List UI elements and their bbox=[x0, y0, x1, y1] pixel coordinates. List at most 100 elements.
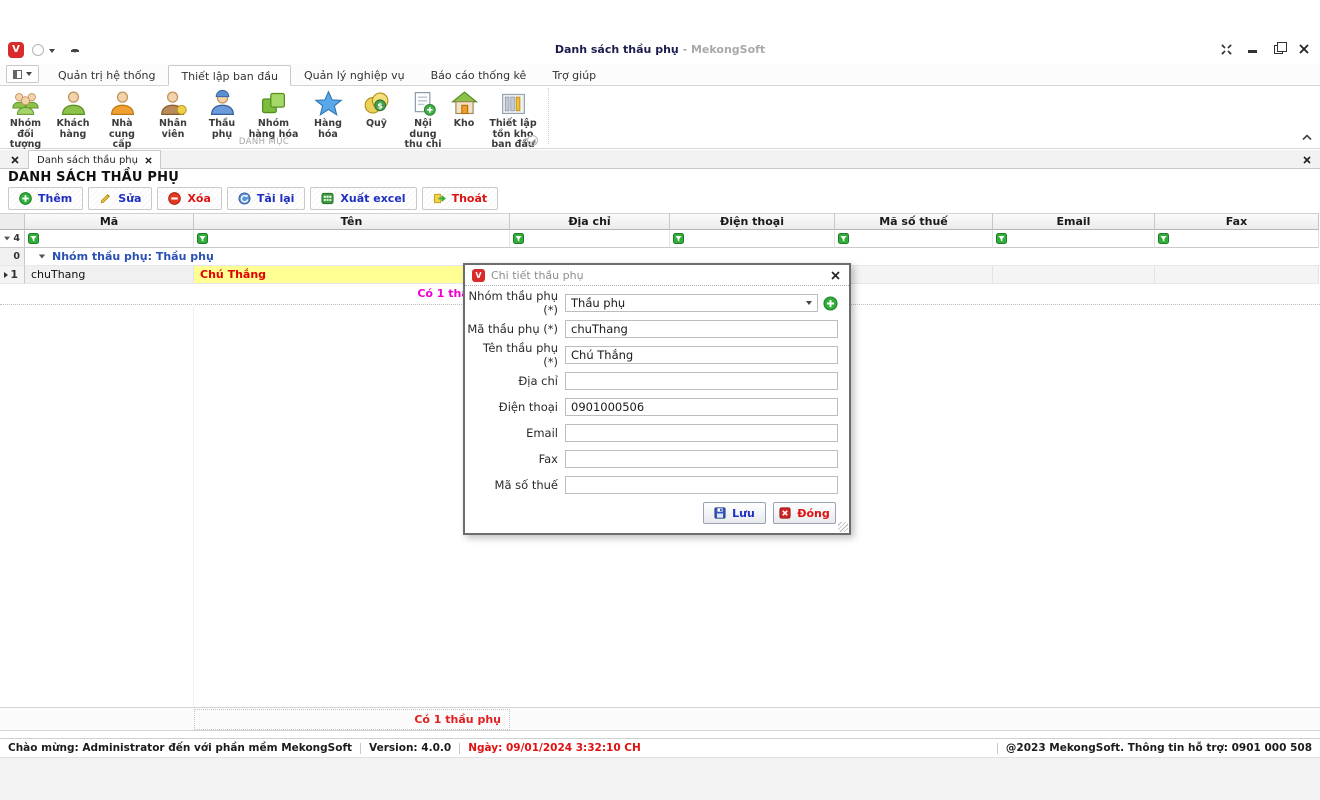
add-button[interactable]: Thêm bbox=[8, 187, 83, 210]
grid-column-guide-line bbox=[193, 304, 194, 707]
document-tab-danh-sach-thau-phu[interactable]: Danh sách thầu phụ bbox=[28, 150, 161, 169]
filter-icon bbox=[838, 233, 849, 244]
close-icon[interactable] bbox=[1298, 43, 1310, 55]
field-label-fax: Fax bbox=[465, 452, 565, 466]
filter-cell-email[interactable] bbox=[993, 230, 1155, 248]
ribbon-collapse-chevron-icon[interactable] bbox=[1302, 131, 1312, 144]
employee-icon bbox=[159, 89, 188, 118]
footer-summary-text: Có 1 thầu phụ bbox=[194, 709, 510, 730]
filter-cell-fax[interactable] bbox=[1155, 230, 1319, 248]
dialog-title-bar[interactable]: V Chi tiết thầu phụ bbox=[465, 265, 849, 286]
ribbon-tab-quan-ly-nghiep-vu[interactable]: Quản lý nghiệp vụ bbox=[291, 64, 418, 85]
status-date: Ngày: 09/01/2024 3:32:10 CH bbox=[468, 742, 641, 754]
cell-email bbox=[993, 266, 1155, 284]
ribbon-content: Nhóm đối tượng Khách hàng Nhà cung cấp N… bbox=[0, 86, 1320, 149]
nhom-thau-phu-combobox[interactable] bbox=[565, 294, 818, 312]
ribbon-group-label: DANH MỤC bbox=[2, 137, 526, 147]
pane-icon bbox=[13, 70, 22, 79]
fax-input[interactable] bbox=[565, 450, 838, 468]
collapse-triangle-icon[interactable] bbox=[39, 255, 45, 259]
ribbon-item-nhom-hang-hoa[interactable]: Nhóm hàng hóa bbox=[245, 88, 302, 141]
reload-icon bbox=[238, 192, 251, 205]
pencil-icon bbox=[99, 192, 112, 205]
dia-chi-input[interactable] bbox=[565, 372, 838, 390]
ribbon-tab-bao-cao-thong-ke[interactable]: Báo cáo thống kê bbox=[418, 64, 540, 85]
group-row-indicator: 0 bbox=[0, 248, 25, 266]
field-label-ten-thau-phu: Tên thầu phụ (*) bbox=[465, 341, 565, 369]
coins-icon: $ bbox=[362, 89, 391, 118]
filter-icon bbox=[513, 233, 524, 244]
ten-thau-phu-input[interactable] bbox=[565, 346, 838, 364]
email-input[interactable] bbox=[565, 424, 838, 442]
dien-thoai-input[interactable] bbox=[565, 398, 838, 416]
filter-cell-dien-thoai[interactable] bbox=[670, 230, 835, 248]
dialog-close-button[interactable]: Đóng bbox=[773, 502, 836, 524]
ribbon-item-nhan-vien[interactable]: Nhân viên bbox=[147, 88, 199, 141]
ribbon-item-thau-phu[interactable]: Thầu phụ bbox=[199, 88, 245, 141]
status-separator bbox=[997, 743, 998, 754]
field-label-dien-thoai: Điện thoại bbox=[465, 400, 565, 414]
status-version: Version: 4.0.0 bbox=[369, 742, 451, 754]
export-excel-button[interactable]: Xuất excel bbox=[310, 187, 416, 210]
filter-cell-ma-so-thue[interactable] bbox=[835, 230, 993, 248]
filter-icon bbox=[197, 233, 208, 244]
filter-cell-dia-chi[interactable] bbox=[510, 230, 670, 248]
ribbon-tab-tro-giup[interactable]: Trợ giúp bbox=[539, 64, 609, 85]
save-floppy-icon bbox=[714, 507, 726, 519]
ribbon-tab-thiet-lap-ban-dau[interactable]: Thiết lập ban đầu bbox=[168, 65, 291, 86]
ribbon-layout-split-button[interactable] bbox=[6, 65, 39, 83]
ribbon-tab-quan-tri-he-thong[interactable]: Quản trị hệ thống bbox=[45, 64, 168, 85]
edit-button[interactable]: Sửa bbox=[88, 187, 152, 210]
dialog-close-icon[interactable] bbox=[828, 268, 842, 282]
ma-so-thue-input[interactable] bbox=[565, 476, 838, 494]
ribbon-item-kho[interactable]: Kho bbox=[447, 88, 481, 131]
exit-button[interactable]: Thoát bbox=[422, 187, 499, 210]
add-group-icon[interactable] bbox=[823, 296, 838, 311]
save-button[interactable]: Lưu bbox=[703, 502, 766, 524]
fullscreen-icon[interactable] bbox=[1220, 43, 1232, 55]
column-header-dien-thoai[interactable]: Điện thoại bbox=[670, 213, 835, 230]
field-label-dia-chi: Địa chỉ bbox=[465, 374, 565, 388]
stock-setup-icon bbox=[499, 89, 528, 118]
filter-cell-ma[interactable] bbox=[25, 230, 194, 248]
column-header-email[interactable]: Email bbox=[993, 213, 1155, 230]
restore-icon[interactable] bbox=[1272, 43, 1284, 55]
ribbon-group-expand-button[interactable] bbox=[527, 135, 538, 146]
status-welcome: Chào mừng: Administrator đến với phần mề… bbox=[8, 742, 352, 754]
ribbon-item-hang-hoa[interactable]: Hàng hóa bbox=[302, 88, 354, 141]
cell-fax bbox=[1155, 266, 1319, 284]
exit-icon bbox=[433, 192, 446, 205]
column-header-ma[interactable]: Mã bbox=[25, 213, 194, 230]
tab-close-icon[interactable] bbox=[145, 157, 152, 164]
supplier-icon bbox=[108, 89, 137, 118]
filter-cell-ten[interactable] bbox=[194, 230, 510, 248]
combo-dropdown-icon[interactable] bbox=[806, 301, 812, 305]
column-header-fax[interactable]: Fax bbox=[1155, 213, 1319, 230]
field-label-ma-so-thue: Mã số thuế bbox=[465, 478, 565, 492]
column-header-ma-so-thue[interactable]: Mã số thuế bbox=[835, 213, 993, 230]
minimize-icon[interactable] bbox=[1246, 43, 1258, 55]
column-header-ten[interactable]: Tên bbox=[194, 213, 510, 230]
qat-dropdown-icon[interactable] bbox=[72, 49, 78, 53]
tabstrip-close-left-icon[interactable] bbox=[8, 153, 22, 166]
cell-ma-so-thue bbox=[835, 266, 993, 284]
ribbon-item-quy[interactable]: $ Quỹ bbox=[354, 88, 399, 131]
tabstrip-close-right-icon[interactable] bbox=[1300, 153, 1314, 166]
current-row-arrow-icon bbox=[4, 272, 8, 278]
status-bar: Chào mừng: Administrator đến với phần mề… bbox=[0, 738, 1320, 757]
delete-button[interactable]: Xóa bbox=[157, 187, 221, 210]
app-logo: V bbox=[8, 42, 24, 58]
column-header-dia-chi[interactable]: Địa chỉ bbox=[510, 213, 670, 230]
ribbon-item-khach-hang[interactable]: Khách hàng bbox=[49, 88, 97, 141]
ma-thau-phu-input[interactable] bbox=[565, 320, 838, 338]
reload-button[interactable]: Tải lại bbox=[227, 187, 306, 210]
dialog-resize-grip[interactable] bbox=[838, 522, 848, 532]
qat-circle-button[interactable] bbox=[32, 44, 44, 56]
application-window: V Danh sách thầu phụ - MekongSoft Quản t… bbox=[0, 0, 1320, 800]
filter-icon bbox=[1158, 233, 1169, 244]
ribbon-group-danh-muc: Nhóm đối tượng Khách hàng Nhà cung cấp N… bbox=[2, 86, 546, 148]
people-group-icon bbox=[11, 89, 40, 118]
minus-circle-icon bbox=[168, 192, 181, 205]
cell-ma: chuThang bbox=[25, 266, 194, 284]
chevron-down-icon[interactable] bbox=[49, 49, 55, 53]
